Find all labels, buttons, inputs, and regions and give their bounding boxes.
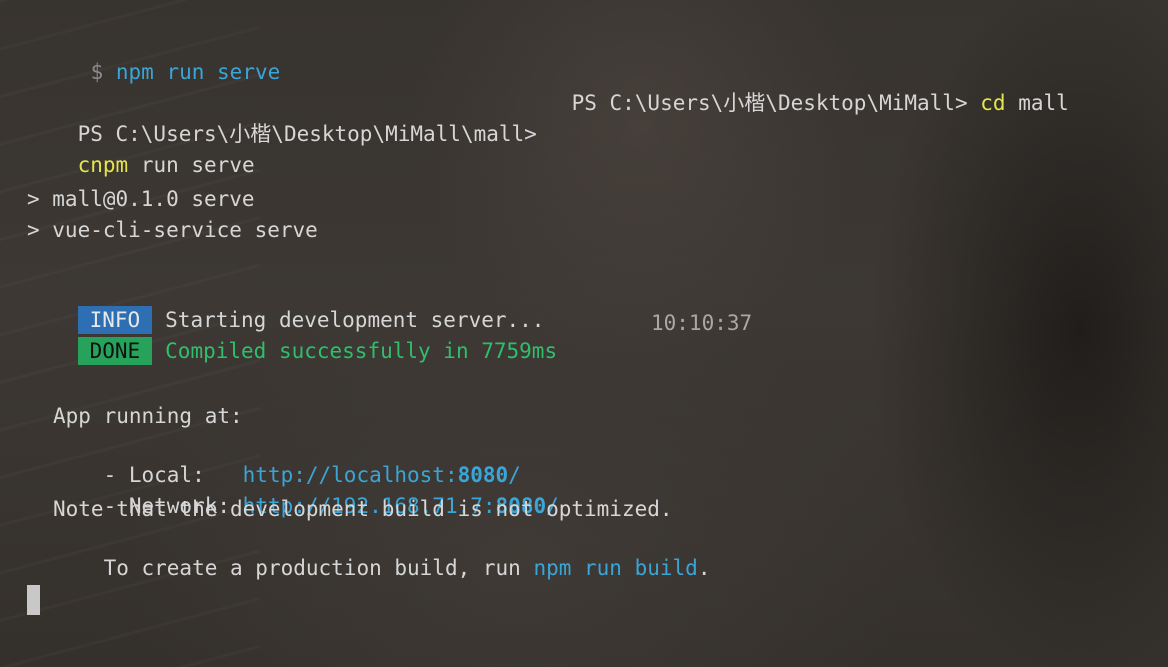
text-cursor[interactable] — [27, 585, 40, 615]
production-build-prefix: To create a production build, run — [103, 556, 534, 580]
production-build-suffix: . — [697, 556, 711, 580]
command-line-cd: PS C:\Users\小楷\Desktop\MiMall> cd mall — [521, 61, 1069, 115]
command-name: cnpm — [77, 153, 129, 177]
prompt-symbol: $ — [90, 60, 104, 84]
production-build-line: To create a production build, run npm ru… — [53, 526, 711, 580]
command-text: npm run serve — [115, 60, 281, 84]
command-line-cnpm: cnpm run serve — [27, 123, 255, 177]
script-output-line: > vue-cli-service serve — [27, 218, 318, 242]
production-build-command: npm run build — [533, 556, 698, 580]
local-url-line: - Local: http://localhost:8080/ — [53, 433, 521, 487]
network-url-line: - Network: http://192.168.71.7:8080/ — [53, 464, 559, 518]
done-timestamp: 10:10:37 — [651, 311, 753, 335]
done-line: DONE Compiled successfully in 7759ms — [27, 309, 557, 365]
info-line: INFO Starting development server... — [27, 278, 544, 334]
build-note-line: Note that the development build is not o… — [53, 497, 673, 521]
ps-prompt-line: PS C:\Users\小楷\Desktop\MiMall\mall> — [27, 92, 537, 146]
command-argument: mall — [1018, 91, 1069, 115]
done-badge: DONE — [77, 337, 153, 365]
command-name: cd — [980, 91, 1006, 115]
command-args: run serve — [140, 153, 255, 177]
script-output-line: > mall@0.1.0 serve — [27, 187, 255, 211]
app-running-heading: App running at: — [53, 404, 243, 428]
done-text: Compiled successfully in 7759ms — [165, 339, 558, 363]
ps-prompt: PS C:\Users\小楷\Desktop\MiMall> — [571, 91, 968, 115]
command-line-npm-serve: $ npm run serve — [40, 30, 281, 84]
